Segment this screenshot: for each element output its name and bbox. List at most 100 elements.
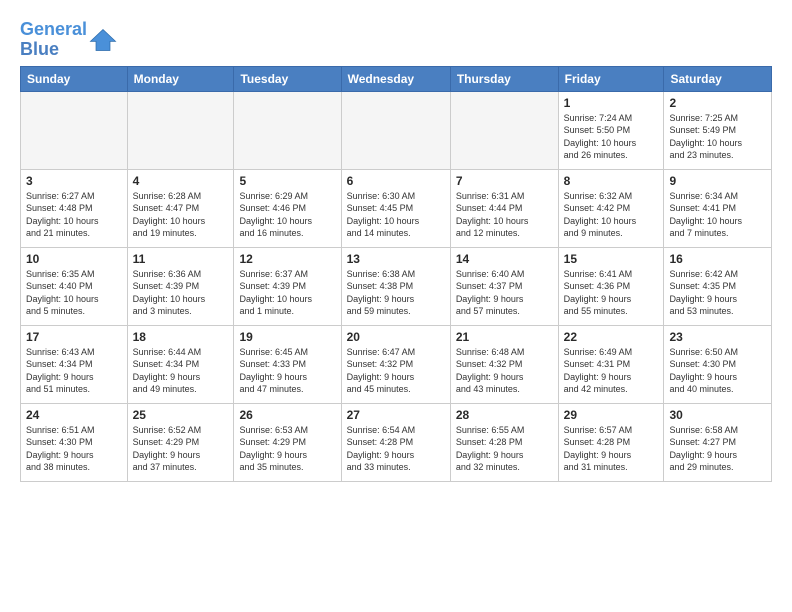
logo-text: GeneralBlue bbox=[20, 20, 87, 60]
day-number: 23 bbox=[669, 330, 766, 344]
weekday-header: Saturday bbox=[664, 66, 772, 91]
weekday-header: Sunday bbox=[21, 66, 128, 91]
day-number: 25 bbox=[133, 408, 229, 422]
calendar-cell: 10Sunrise: 6:35 AM Sunset: 4:40 PM Dayli… bbox=[21, 247, 128, 325]
day-number: 28 bbox=[456, 408, 553, 422]
calendar-cell bbox=[234, 91, 341, 169]
day-info: Sunrise: 6:27 AM Sunset: 4:48 PM Dayligh… bbox=[26, 190, 122, 240]
day-info: Sunrise: 6:51 AM Sunset: 4:30 PM Dayligh… bbox=[26, 424, 122, 474]
day-number: 30 bbox=[669, 408, 766, 422]
calendar-cell: 28 Sunrise: 6:55 AM Sunset: 4:28 PM Dayli… bbox=[450, 403, 558, 481]
day-number: 26 bbox=[239, 408, 335, 422]
day-info: Sunrise: 6:35 AM Sunset: 4:40 PM Dayligh… bbox=[26, 268, 122, 318]
day-info: Sunrise: 6:45 AM Sunset: 4:33 PM Dayligh… bbox=[239, 346, 335, 396]
week-row: 24 Sunrise: 6:51 AM Sunset: 4:30 PM Dayli… bbox=[21, 403, 772, 481]
day-number: 17 bbox=[26, 330, 122, 344]
day-info: Sunrise: 6:49 AM Sunset: 4:31 PM Dayligh… bbox=[564, 346, 659, 396]
day-number: 3 bbox=[26, 174, 122, 188]
calendar-cell: 30 Sunrise: 6:58 AM Sunset: 4:27 PM Dayli… bbox=[664, 403, 772, 481]
day-number: 14 bbox=[456, 252, 553, 266]
calendar-cell: 6 Sunrise: 6:30 AM Sunset: 4:45 PM Daylig… bbox=[341, 169, 450, 247]
calendar-cell: 17Sunrise: 6:43 AM Sunset: 4:34 PM Dayli… bbox=[21, 325, 128, 403]
calendar-cell: 22 Sunrise: 6:49 AM Sunset: 4:31 PM Dayli… bbox=[558, 325, 664, 403]
day-number: 11 bbox=[133, 252, 229, 266]
day-info: Sunrise: 6:54 AM Sunset: 4:28 PM Dayligh… bbox=[347, 424, 445, 474]
day-info: Sunrise: 7:24 AM Sunset: 5:50 PM Dayligh… bbox=[564, 112, 659, 162]
calendar-cell: 15 Sunrise: 6:41 AM Sunset: 4:36 PM Dayli… bbox=[558, 247, 664, 325]
day-number: 13 bbox=[347, 252, 445, 266]
day-info: Sunrise: 6:52 AM Sunset: 4:29 PM Dayligh… bbox=[133, 424, 229, 474]
day-number: 12 bbox=[239, 252, 335, 266]
day-number: 5 bbox=[239, 174, 335, 188]
week-row: 17Sunrise: 6:43 AM Sunset: 4:34 PM Dayli… bbox=[21, 325, 772, 403]
day-number: 1 bbox=[564, 96, 659, 110]
calendar-cell: 19 Sunrise: 6:45 AM Sunset: 4:33 PM Dayli… bbox=[234, 325, 341, 403]
week-row: 10Sunrise: 6:35 AM Sunset: 4:40 PM Dayli… bbox=[21, 247, 772, 325]
day-info: Sunrise: 6:36 AM Sunset: 4:39 PM Dayligh… bbox=[133, 268, 229, 318]
calendar-cell: 5 Sunrise: 6:29 AM Sunset: 4:46 PM Daylig… bbox=[234, 169, 341, 247]
logo: GeneralBlue bbox=[20, 20, 117, 60]
day-number: 4 bbox=[133, 174, 229, 188]
calendar-cell: 2 Sunrise: 7:25 AM Sunset: 5:49 PM Daylig… bbox=[664, 91, 772, 169]
day-number: 6 bbox=[347, 174, 445, 188]
calendar-cell: 4Sunrise: 6:28 AM Sunset: 4:47 PM Daylig… bbox=[127, 169, 234, 247]
calendar-cell: 24 Sunrise: 6:51 AM Sunset: 4:30 PM Dayli… bbox=[21, 403, 128, 481]
calendar-cell: 11 Sunrise: 6:36 AM Sunset: 4:39 PM Dayli… bbox=[127, 247, 234, 325]
day-info: Sunrise: 6:30 AM Sunset: 4:45 PM Dayligh… bbox=[347, 190, 445, 240]
day-info: Sunrise: 6:55 AM Sunset: 4:28 PM Dayligh… bbox=[456, 424, 553, 474]
calendar-cell: 13 Sunrise: 6:38 AM Sunset: 4:38 PM Dayli… bbox=[341, 247, 450, 325]
calendar-table: SundayMondayTuesdayWednesdayThursdayFrid… bbox=[20, 66, 772, 482]
day-number: 7 bbox=[456, 174, 553, 188]
calendar-cell: 21Sunrise: 6:48 AM Sunset: 4:32 PM Dayli… bbox=[450, 325, 558, 403]
day-number: 2 bbox=[669, 96, 766, 110]
calendar-cell: 18Sunrise: 6:44 AM Sunset: 4:34 PM Dayli… bbox=[127, 325, 234, 403]
day-info: Sunrise: 6:42 AM Sunset: 4:35 PM Dayligh… bbox=[669, 268, 766, 318]
day-info: Sunrise: 7:25 AM Sunset: 5:49 PM Dayligh… bbox=[669, 112, 766, 162]
calendar-cell: 27 Sunrise: 6:54 AM Sunset: 4:28 PM Dayli… bbox=[341, 403, 450, 481]
calendar-cell: 8 Sunrise: 6:32 AM Sunset: 4:42 PM Daylig… bbox=[558, 169, 664, 247]
calendar-cell: 16 Sunrise: 6:42 AM Sunset: 4:35 PM Dayli… bbox=[664, 247, 772, 325]
calendar-cell: 14 Sunrise: 6:40 AM Sunset: 4:37 PM Dayli… bbox=[450, 247, 558, 325]
day-info: Sunrise: 6:34 AM Sunset: 4:41 PM Dayligh… bbox=[669, 190, 766, 240]
calendar-cell: 26 Sunrise: 6:53 AM Sunset: 4:29 PM Dayli… bbox=[234, 403, 341, 481]
day-number: 15 bbox=[564, 252, 659, 266]
day-number: 20 bbox=[347, 330, 445, 344]
day-number: 22 bbox=[564, 330, 659, 344]
calendar-cell: 29Sunrise: 6:57 AM Sunset: 4:28 PM Dayli… bbox=[558, 403, 664, 481]
calendar-cell: 23 Sunrise: 6:50 AM Sunset: 4:30 PM Dayli… bbox=[664, 325, 772, 403]
day-info: Sunrise: 6:32 AM Sunset: 4:42 PM Dayligh… bbox=[564, 190, 659, 240]
calendar-cell: 3 Sunrise: 6:27 AM Sunset: 4:48 PM Daylig… bbox=[21, 169, 128, 247]
weekday-header: Monday bbox=[127, 66, 234, 91]
day-info: Sunrise: 6:58 AM Sunset: 4:27 PM Dayligh… bbox=[669, 424, 766, 474]
calendar-cell bbox=[127, 91, 234, 169]
calendar-header-row: SundayMondayTuesdayWednesdayThursdayFrid… bbox=[21, 66, 772, 91]
day-info: Sunrise: 6:37 AM Sunset: 4:39 PM Dayligh… bbox=[239, 268, 335, 318]
day-number: 24 bbox=[26, 408, 122, 422]
weekday-header: Wednesday bbox=[341, 66, 450, 91]
logo-icon bbox=[89, 26, 117, 54]
weekday-header: Tuesday bbox=[234, 66, 341, 91]
day-info: Sunrise: 6:50 AM Sunset: 4:30 PM Dayligh… bbox=[669, 346, 766, 396]
calendar-cell: 25 Sunrise: 6:52 AM Sunset: 4:29 PM Dayli… bbox=[127, 403, 234, 481]
calendar-cell: 12 Sunrise: 6:37 AM Sunset: 4:39 PM Dayli… bbox=[234, 247, 341, 325]
day-number: 16 bbox=[669, 252, 766, 266]
calendar-cell bbox=[21, 91, 128, 169]
day-info: Sunrise: 6:40 AM Sunset: 4:37 PM Dayligh… bbox=[456, 268, 553, 318]
day-info: Sunrise: 6:38 AM Sunset: 4:38 PM Dayligh… bbox=[347, 268, 445, 318]
day-number: 29 bbox=[564, 408, 659, 422]
weekday-header: Friday bbox=[558, 66, 664, 91]
day-info: Sunrise: 6:29 AM Sunset: 4:46 PM Dayligh… bbox=[239, 190, 335, 240]
calendar-cell: 1 Sunrise: 7:24 AM Sunset: 5:50 PM Daylig… bbox=[558, 91, 664, 169]
week-row: 1 Sunrise: 7:24 AM Sunset: 5:50 PM Daylig… bbox=[21, 91, 772, 169]
weekday-header: Thursday bbox=[450, 66, 558, 91]
day-number: 27 bbox=[347, 408, 445, 422]
day-number: 9 bbox=[669, 174, 766, 188]
day-number: 19 bbox=[239, 330, 335, 344]
day-info: Sunrise: 6:41 AM Sunset: 4:36 PM Dayligh… bbox=[564, 268, 659, 318]
calendar-cell: 20 Sunrise: 6:47 AM Sunset: 4:32 PM Dayli… bbox=[341, 325, 450, 403]
day-number: 8 bbox=[564, 174, 659, 188]
day-info: Sunrise: 6:48 AM Sunset: 4:32 PM Dayligh… bbox=[456, 346, 553, 396]
day-info: Sunrise: 6:53 AM Sunset: 4:29 PM Dayligh… bbox=[239, 424, 335, 474]
day-info: Sunrise: 6:47 AM Sunset: 4:32 PM Dayligh… bbox=[347, 346, 445, 396]
day-info: Sunrise: 6:31 AM Sunset: 4:44 PM Dayligh… bbox=[456, 190, 553, 240]
